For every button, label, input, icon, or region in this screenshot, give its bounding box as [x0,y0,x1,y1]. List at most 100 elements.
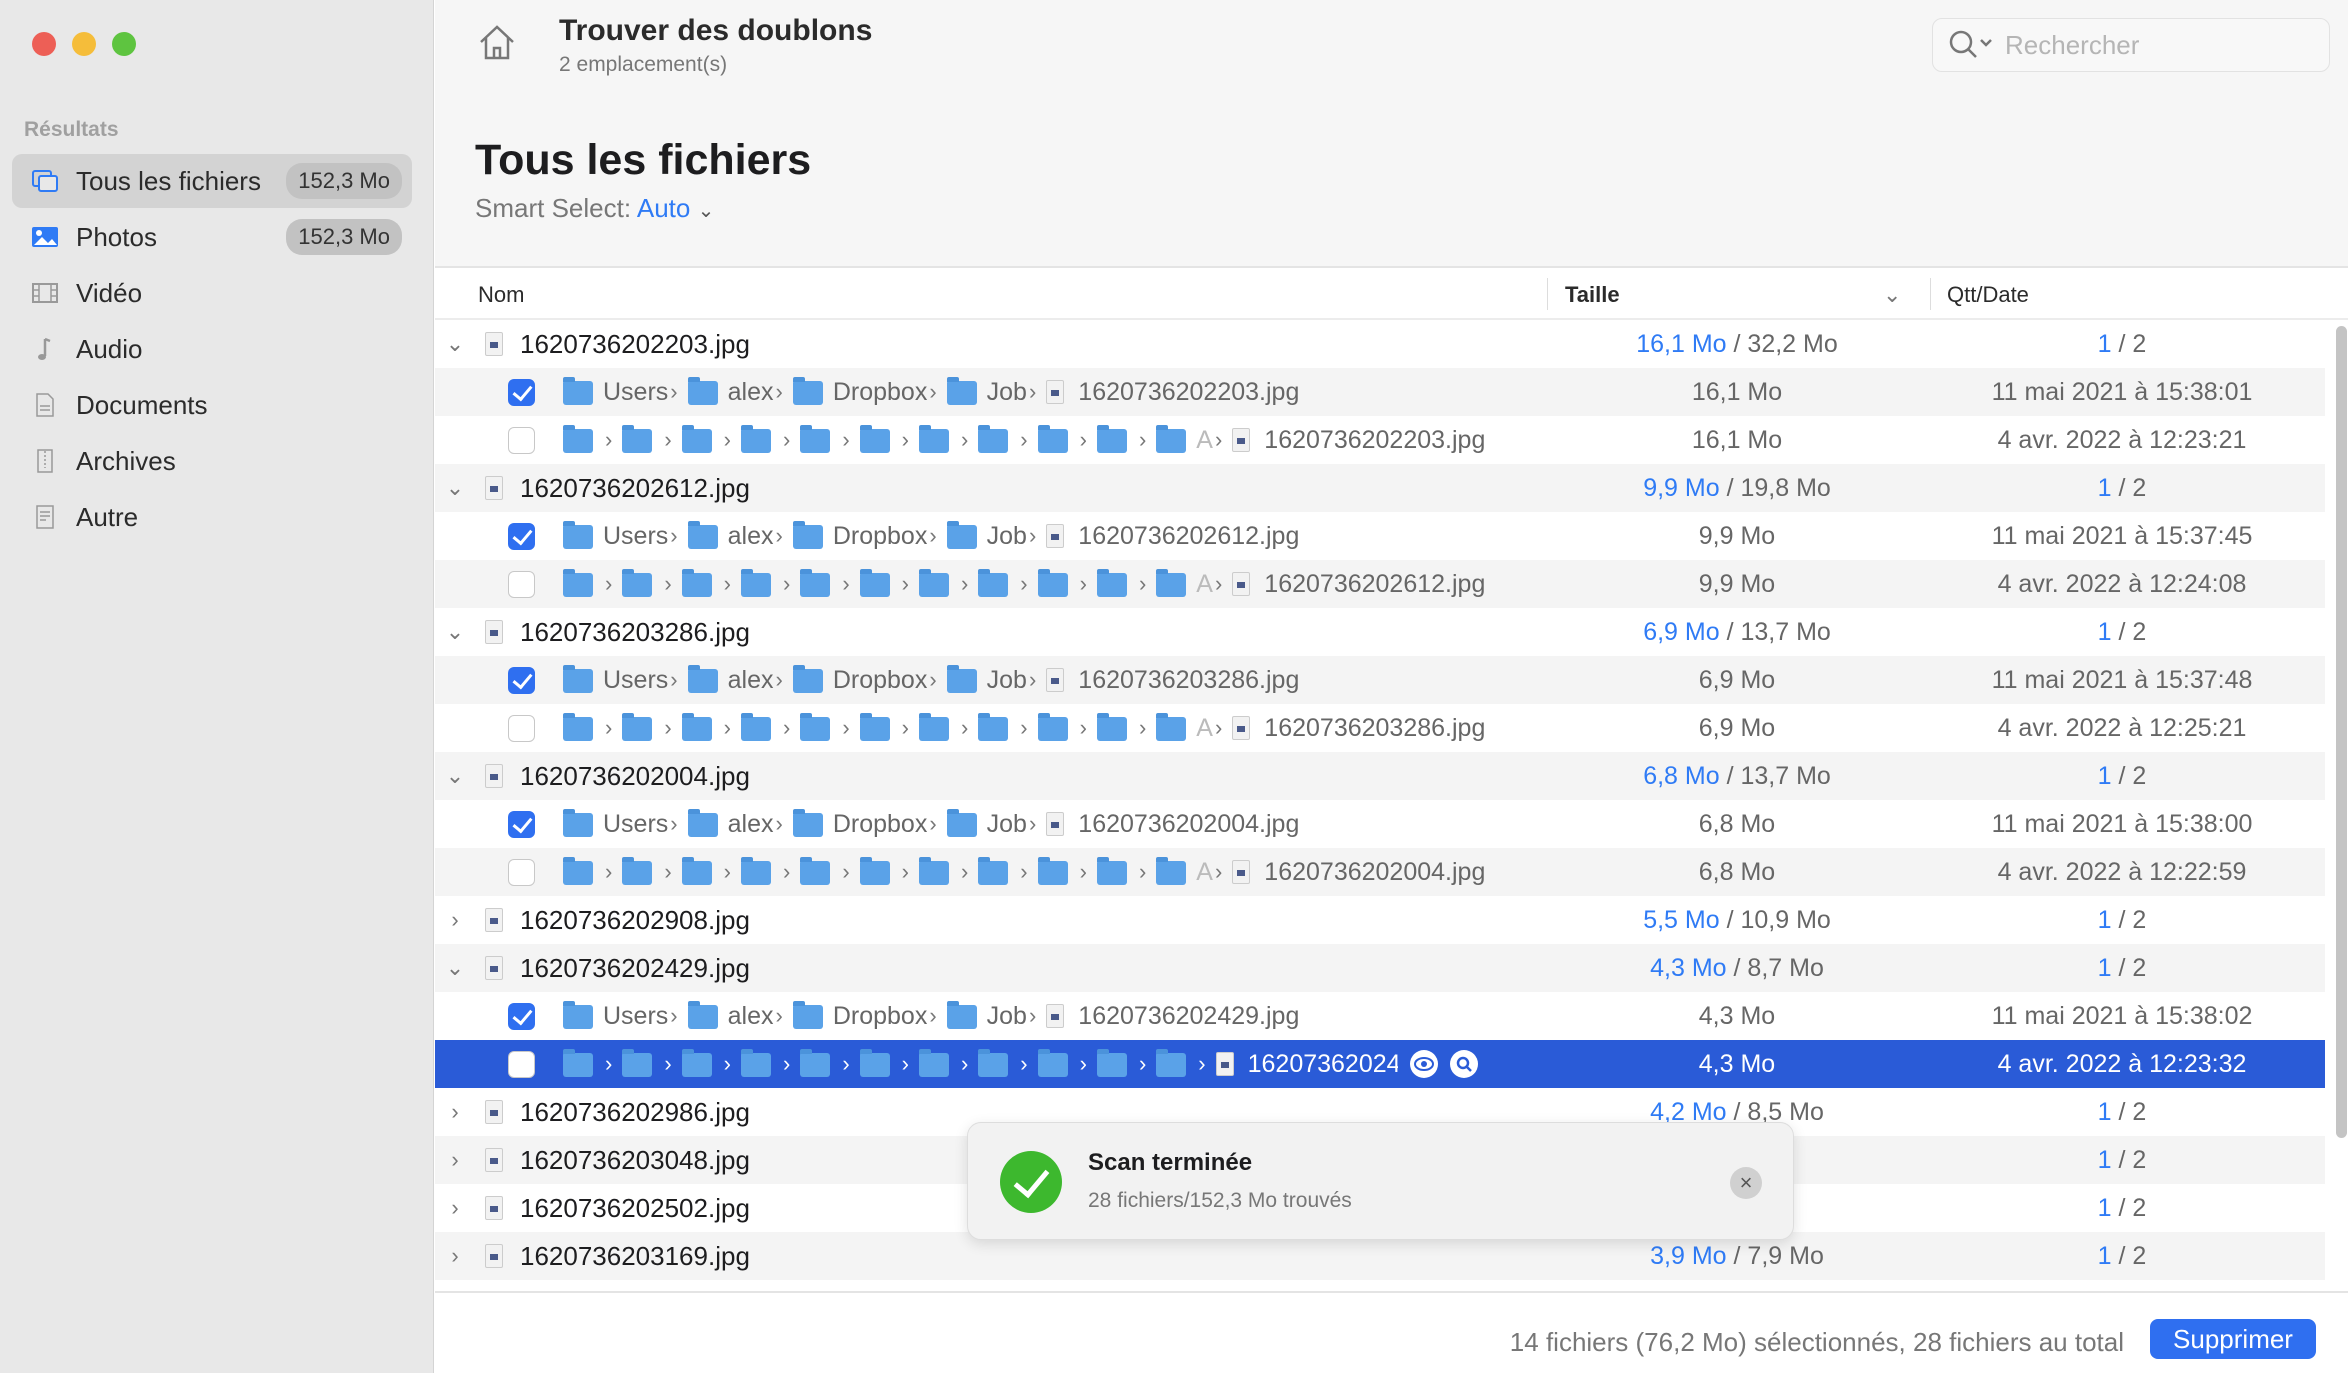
sidebar-item-label: Audio [76,333,143,364]
column-size[interactable]: Taille [1565,282,1620,308]
file-location-row[interactable]: Users › alex › Dropbox › Job › 1620736202004.jpg… [435,800,2325,848]
duplicate-group-row[interactable]: ⌄ 1620736202203.jpg 16,1 Mo / 32,2 Mo 1 / 2 [435,320,2325,368]
delete-button[interactable]: Supprimer [2150,1319,2316,1359]
path-segment[interactable]: Job [987,522,1027,551]
zoom-window-button[interactable] [112,32,136,56]
select-checkbox[interactable] [508,1002,535,1030]
smart-select: Smart Select: Auto ⌄ [475,193,714,224]
path-segment[interactable]: alex [728,666,774,695]
select-checkbox[interactable] [508,570,535,598]
file-location-row[interactable]: Users › alex › Dropbox › Job › 1620736202203.jpg… [435,368,2325,416]
select-checkbox[interactable] [508,378,535,406]
sidebar-item-autre[interactable]: Autre [12,490,412,544]
path-segment[interactable]: alex [728,522,774,551]
select-checkbox[interactable] [508,522,535,550]
group-size: 5,5 Mo / 10,9 Mo [1547,906,1927,935]
chevron-right-icon[interactable]: › [443,1195,467,1221]
chevron-down-icon[interactable]: ⌄ [443,619,467,645]
column-name[interactable]: Nom [478,282,524,308]
column-divider[interactable] [1930,278,1931,310]
home-button[interactable] [477,22,517,67]
folder-icon [687,377,718,405]
duplicate-group-row[interactable]: ⌄ 1620736203286.jpg 6,9 Mo / 13,7 Mo 1 / 2 [435,608,2325,656]
chevron-down-icon[interactable]: ⌄ [443,331,467,357]
file-location-row[interactable]: Users › alex › Dropbox › Job › 1620736203286.jpg… [435,656,2325,704]
preview-eye-button[interactable] [1409,1050,1438,1078]
sidebar-item-documents[interactable]: Documents [12,378,412,432]
file-date: 11 mai 2021 à 15:37:48 [1991,665,2253,694]
chevron-right-icon[interactable]: › [443,907,467,933]
path-segment[interactable]: Users [603,666,668,695]
sort-chevron-icon[interactable]: ⌄ [1883,282,1901,308]
file-location-row[interactable]: › › › › › › › › › › A › 1620736202004.jpg 6,8 Mo 4 avr… [435,848,2325,896]
file-location-row[interactable]: › › › › › › › › › › A › 1620736203286.jpg 6,9 Mo 4 avr… [435,704,2325,752]
chevron-right-icon[interactable]: › [443,1099,467,1125]
search-field[interactable] [1932,18,2330,72]
sidebar-item-tous-les-fichiers[interactable]: Tous les fichiers 152,3 Mo [12,154,412,208]
select-checkbox[interactable] [508,858,535,886]
smart-select-dropdown[interactable]: Auto ⌄ [637,193,715,223]
duplicate-group-row[interactable]: › 1620736202908.jpg 5,5 Mo / 10,9 Mo 1 / 2 [435,896,2325,944]
minimize-window-button[interactable] [72,32,96,56]
path-separator-icon: › [723,859,731,884]
select-checkbox[interactable] [508,666,535,694]
select-checkbox[interactable] [508,426,535,454]
chevron-right-icon[interactable]: › [443,1243,467,1269]
sidebar-item-photos[interactable]: Photos 152,3 Mo [12,210,412,264]
close-toast-button[interactable]: × [1730,1167,1762,1199]
scrollbar[interactable] [2336,326,2347,1138]
path-segment[interactable]: Users [603,522,668,551]
sidebar-item-archives[interactable]: Archives [12,434,412,488]
chevron-down-icon[interactable]: ⌄ [443,763,467,789]
image-file-icon [1046,812,1065,836]
path-segment[interactable]: Users [603,378,668,407]
folder-icon [1156,1049,1187,1077]
file-location-row[interactable]: › › › › › › › › › › A › 1620736202612.jpg 9,9 Mo 4 avr… [435,560,2325,608]
duplicate-group-row[interactable]: ⌄ 1620736202612.jpg 9,9 Mo / 19,8 Mo 1 / 2 [435,464,2325,512]
select-checkbox[interactable] [508,714,535,742]
path-segment[interactable]: Dropbox [833,810,928,839]
select-checkbox[interactable] [508,810,535,838]
file-location-row[interactable]: › › › › › › › › › › A › 1620736202203.jpg 16,1 Mo 4 av… [435,416,2325,464]
path-separator-icon: › [1020,1051,1028,1076]
duplicate-group-row[interactable]: ⌄ 1620736202429.jpg 4,3 Mo / 8,7 Mo 1 / 2 [435,944,2325,992]
column-divider[interactable] [1547,278,1548,310]
file-location-row[interactable]: Users › alex › Dropbox › Job › 1620736202429.jpg… [435,992,2325,1040]
chevron-right-icon[interactable]: › [443,1147,467,1173]
path-segment[interactable]: Users [603,810,668,839]
column-qty-date[interactable]: Qtt/Date [1947,282,2029,308]
chevron-down-icon[interactable]: ⌄ [443,475,467,501]
path-separator-icon: › [605,1051,613,1076]
path-segment[interactable]: Dropbox [833,522,928,551]
folder-icon [1037,1049,1068,1077]
path-segment[interactable]: alex [728,378,774,407]
sidebar-item-label: Vidéo [76,277,143,308]
file-location-row[interactable]: Users › alex › Dropbox › Job › 1620736202612.jpg… [435,512,2325,560]
path-segment[interactable]: Job [987,810,1027,839]
path-segment[interactable]: Dropbox [833,1002,928,1031]
sidebar-item-vid-o[interactable]: Vidéo [12,266,412,320]
path-segment[interactable]: Job [987,666,1027,695]
path-segment[interactable]: alex [728,810,774,839]
sidebar-item-audio[interactable]: Audio [12,322,412,376]
path-segment[interactable]: Job [987,378,1027,407]
file-location-row[interactable]: › › › › › › › › › › › 1620736202429.jpg 4,3 Mo 4 avr.… [435,1040,2325,1088]
group-file-name: 1620736202203.jpg [520,328,750,359]
path-segment[interactable]: alex [728,1002,774,1031]
path-segment[interactable]: Dropbox [833,378,928,407]
close-window-button[interactable] [32,32,56,56]
path-segment[interactable]: Job [987,1002,1027,1031]
path-separator-icon: › [1028,811,1037,836]
chevron-down-icon[interactable]: ⌄ [443,955,467,981]
select-checkbox[interactable] [508,1050,535,1078]
path-segment[interactable]: Dropbox [833,666,928,695]
path-separator-icon: › [670,1003,678,1028]
path-segment[interactable]: Users [603,1002,668,1031]
path-separator-icon: › [960,715,969,740]
duplicate-group-row[interactable]: ⌄ 1620736202004.jpg 6,8 Mo / 13,7 Mo 1 / 2 [435,752,2325,800]
search-input[interactable] [2005,29,2305,61]
path-separator-icon: › [1079,859,1087,884]
total-size: / 19,8 Mo [1726,473,1831,502]
folder-icon [563,425,593,453]
reveal-in-finder-button[interactable] [1449,1050,1478,1078]
